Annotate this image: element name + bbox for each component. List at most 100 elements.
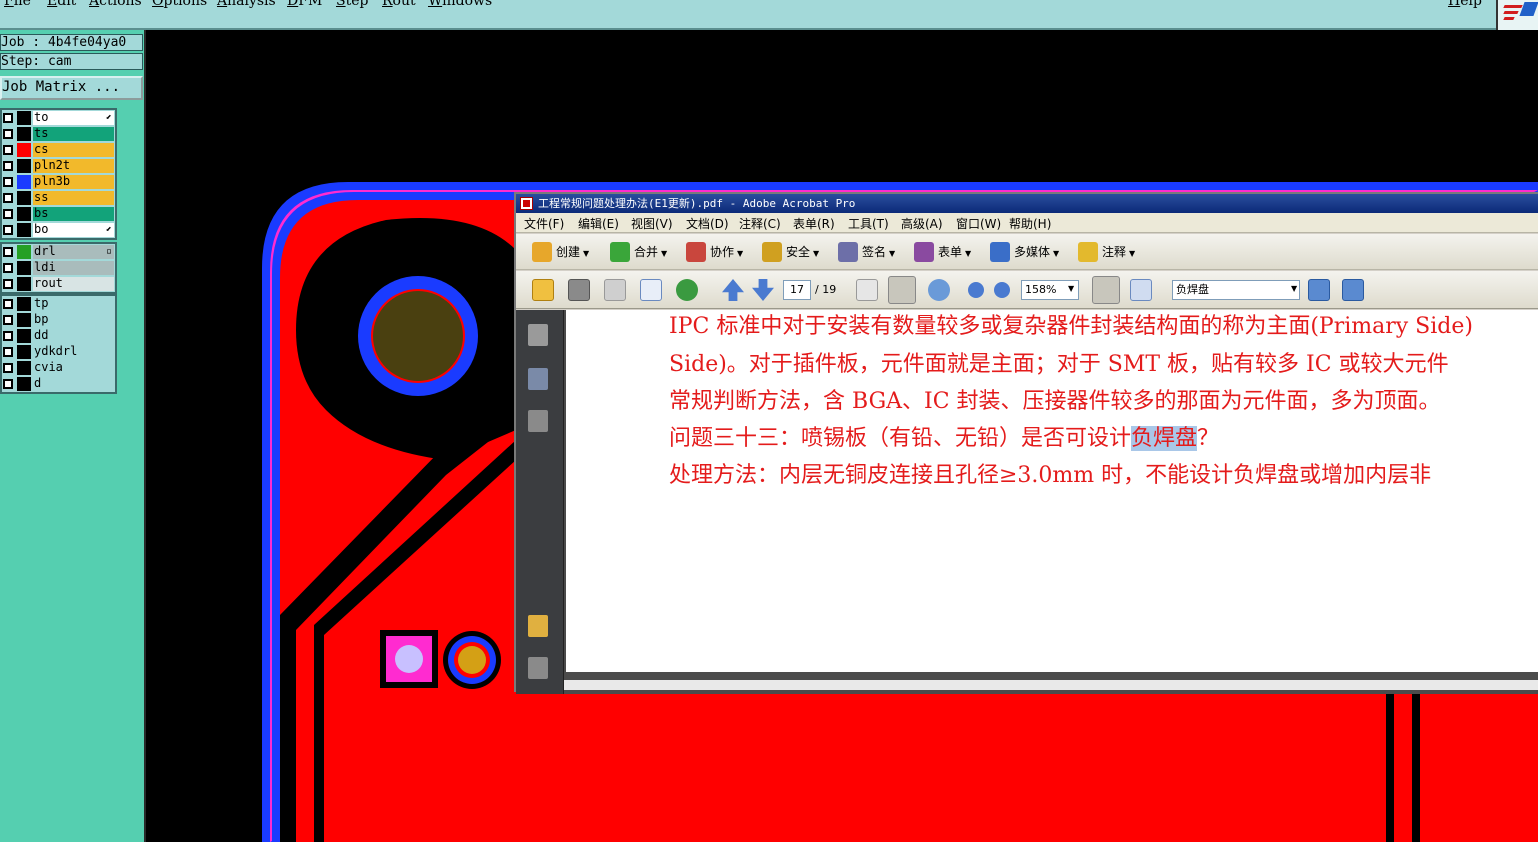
bookmarks-panel-icon[interactable] [528,368,548,390]
layer-name[interactable]: d [33,377,114,391]
toolbar-button-5[interactable]: 表单 ▼ [914,242,971,262]
layer-row[interactable]: bs [2,206,115,222]
acrobat-window[interactable]: 工程常规问题处理办法(E1更新).pdf - Adobe Acrobat Pro… [514,192,1538,694]
acro-menu-help[interactable]: 帮助(H) [1009,215,1051,232]
layer-name[interactable]: bo ⬋ [33,223,114,237]
acro-menu-document[interactable]: 文档(D) [686,215,729,232]
layer-row[interactable]: rout [2,276,115,292]
layer-name[interactable]: tp [33,297,114,311]
layer-name[interactable]: ydkdrl [33,345,114,359]
layer-name[interactable]: bs [33,207,114,221]
toolbar-button-6[interactable]: 多媒体 ▼ [990,242,1059,262]
toolbar-button-2[interactable]: 协作 ▼ [686,242,743,262]
layer-name[interactable]: rout [33,277,114,291]
open-folder-icon[interactable] [532,279,554,301]
layer-color-swatch[interactable] [17,377,31,391]
search-dropdown-icon[interactable]: ▼ [1291,284,1297,293]
layer-color-swatch[interactable] [17,277,31,291]
acro-menu-view[interactable]: 视图(V) [631,215,673,232]
layer-color-swatch[interactable] [17,175,31,189]
layer-name[interactable]: pln3b [33,175,114,189]
page-number-input[interactable]: 17 [783,280,811,300]
menu-actions[interactable]: Actions [89,0,142,9]
layer-color-swatch[interactable] [17,191,31,205]
layer-color-swatch[interactable] [17,207,31,221]
toolbar-button-0[interactable]: 创建 ▼ [532,242,589,262]
acro-menu-forms[interactable]: 表单(R) [793,215,835,232]
toolbar-button-7[interactable]: 注释 ▼ [1078,242,1135,262]
upload-icon[interactable] [676,279,698,301]
next-page-icon[interactable] [752,279,774,301]
layer-checkbox[interactable] [3,331,13,341]
layer-checkbox[interactable] [3,129,13,139]
layer-row[interactable]: cvia [2,360,115,376]
menu-rout[interactable]: Rout [382,0,416,9]
signatures-panel-icon[interactable] [528,410,548,432]
layer-checkbox[interactable] [3,279,13,289]
menu-dfm[interactable]: DFM [287,0,322,9]
layer-color-swatch[interactable] [17,111,31,125]
layer-name[interactable]: cvia [33,361,114,375]
layer-row[interactable]: cs [2,142,115,158]
menu-step[interactable]: Step [336,0,368,9]
layer-name[interactable]: bp [33,313,114,327]
layer-row[interactable]: pln2t [2,158,115,174]
previous-page-icon[interactable] [722,279,744,301]
layer-name[interactable]: cs [33,143,114,157]
layer-color-swatch[interactable] [17,127,31,141]
fit-page-icon[interactable] [1130,279,1152,301]
layer-row[interactable]: d [2,376,115,392]
layer-checkbox[interactable] [3,379,13,389]
layer-checkbox[interactable] [3,145,13,155]
acrobat-title-bar[interactable]: 工程常规问题处理办法(E1更新).pdf - Adobe Acrobat Pro [516,194,1538,213]
menu-help[interactable]: Help [1448,0,1482,9]
layer-checkbox[interactable] [3,209,13,219]
layer-name[interactable]: drl ▫ [33,245,114,259]
layer-name[interactable]: ss [33,191,114,205]
hand-tool-icon[interactable] [888,276,916,304]
layer-row[interactable]: drl ▫ [2,244,115,260]
layer-row[interactable]: ydkdrl [2,344,115,360]
layer-row[interactable]: pln3b [2,174,115,190]
toolbar-button-1[interactable]: 合并 ▼ [610,242,667,262]
layer-checkbox[interactable] [3,263,13,273]
pdf-page[interactable]: IPC 标准中对于安装有数量较多或复杂器件封装结构面的称为主面(Primary … [566,310,1538,672]
document-view[interactable]: IPC 标准中对于安装有数量较多或复杂器件封装结构面的称为主面(Primary … [564,310,1538,694]
layer-row[interactable]: tp [2,296,115,312]
layer-name[interactable]: dd [33,329,114,343]
horizontal-scrollbar[interactable] [564,680,1538,690]
acro-menu-advanced[interactable]: 高级(A) [901,215,943,232]
layer-checkbox[interactable] [3,363,13,373]
layer-name[interactable]: ldi [33,261,114,275]
layer-checkbox[interactable] [3,225,13,235]
layer-row[interactable]: bo ⬋ [2,222,115,238]
menu-file[interactable]: File [4,0,31,9]
layer-color-swatch[interactable] [17,143,31,157]
layer-checkbox[interactable] [3,315,13,325]
layer-color-swatch[interactable] [17,361,31,375]
layer-row[interactable]: dd [2,328,115,344]
layer-color-swatch[interactable] [17,297,31,311]
select-tool-icon[interactable] [856,279,878,301]
layer-name[interactable]: pln2t [33,159,114,173]
zoom-in-icon[interactable] [994,282,1010,298]
print-icon[interactable] [568,279,590,301]
acro-menu-tools[interactable]: 工具(T) [848,215,889,232]
search-input[interactable]: 负焊盘 [1172,280,1300,300]
menu-windows[interactable]: Windows [428,0,492,9]
layer-row[interactable]: to ⬋ [2,110,115,126]
layer-row[interactable]: ldi [2,260,115,276]
layer-checkbox[interactable] [3,247,13,257]
zoom-dropdown-icon[interactable]: ▼ [1068,284,1074,293]
layer-row[interactable]: ts [2,126,115,142]
layer-color-swatch[interactable] [17,313,31,327]
find-previous-icon[interactable] [1308,279,1330,301]
layer-checkbox[interactable] [3,193,13,203]
layer-color-swatch[interactable] [17,245,31,259]
job-matrix-button[interactable]: Job Matrix ... [0,76,143,100]
email-icon[interactable] [640,279,662,301]
menu-analysis[interactable]: Analysis [217,0,276,9]
layer-color-swatch[interactable] [17,261,31,275]
acro-menu-comments[interactable]: 注释(C) [739,215,781,232]
zoom-tool-icon[interactable] [928,279,950,301]
